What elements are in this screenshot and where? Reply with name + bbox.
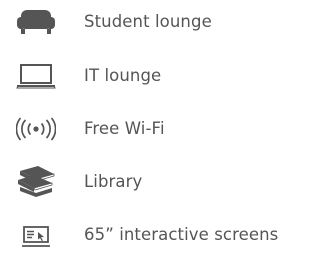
books-stack-icon xyxy=(14,162,58,202)
amenity-item-free-wifi: Free Wi-Fi xyxy=(0,109,328,149)
wifi-signal-icon xyxy=(14,109,58,149)
amenity-label: Free Wi-Fi xyxy=(84,119,165,138)
amenity-item-library: Library xyxy=(0,162,328,202)
amenity-label: IT lounge xyxy=(84,66,162,85)
sofa-icon xyxy=(14,2,58,42)
amenity-item-it-lounge: IT lounge xyxy=(0,56,328,96)
amenity-label: Library xyxy=(84,172,143,191)
amenity-label: Student lounge xyxy=(84,12,212,31)
amenity-list: Student lounge IT lounge Free Wi-Fi Libr… xyxy=(0,0,328,248)
amenity-label: 65” interactive screens xyxy=(84,225,279,244)
laptop-icon xyxy=(14,56,58,96)
amenity-item-interactive-screens: 65” interactive screens xyxy=(0,215,328,255)
amenity-item-student-lounge: Student lounge xyxy=(0,2,328,42)
interactive-screen-icon xyxy=(14,215,58,255)
